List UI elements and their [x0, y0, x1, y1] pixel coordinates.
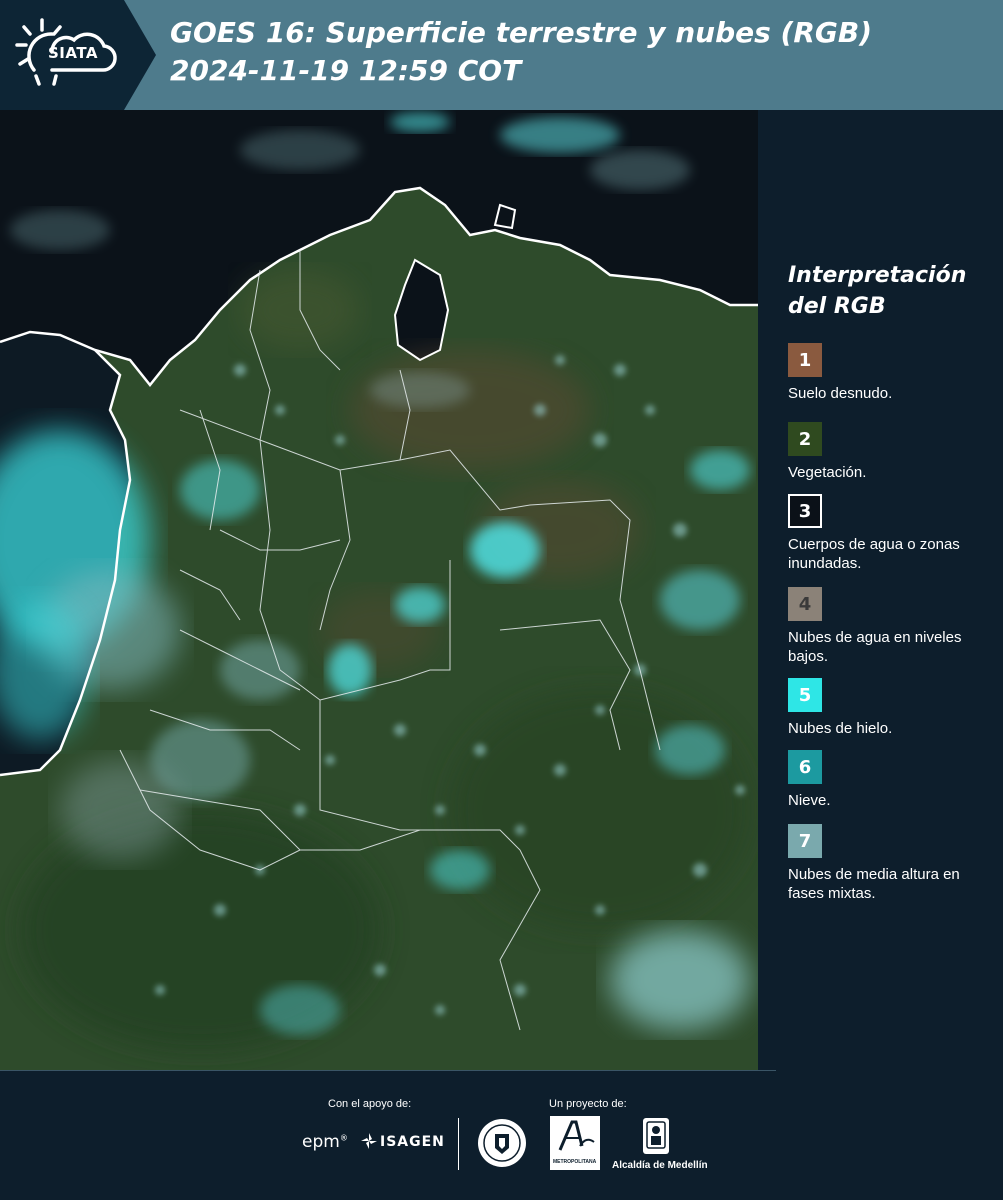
- legend-swatch: 4: [788, 587, 822, 621]
- legend-swatch: 5: [788, 678, 822, 712]
- legend-swatch: 1: [788, 343, 822, 377]
- legend-title-line-1: Interpretación: [788, 263, 967, 288]
- footer-divider: [0, 1070, 776, 1071]
- legend-swatch: 3: [788, 494, 822, 528]
- alcaldia-emblem-icon[interactable]: [643, 1118, 669, 1154]
- legend-item: 1 Suelo desnudo.: [788, 343, 988, 403]
- legend-title-line-2: del RGB: [788, 294, 886, 319]
- alcaldia-shield-icon: [646, 1121, 666, 1149]
- legend-label: Nieve.: [788, 792, 831, 809]
- satellite-image: [0, 110, 758, 1070]
- legend-item: 4 Nubes de agua en niveles bajos.: [788, 587, 988, 666]
- legend-item: 5 Nubes de hielo.: [788, 678, 988, 738]
- registered-mark: ®: [339, 1133, 348, 1143]
- page-title: GOES 16: Superficie terrestre y nubes (R…: [170, 14, 872, 90]
- legend-item: 2 Vegetación.: [788, 422, 988, 482]
- footer: Con el apoyo de: Un proyecto de: epm® IS…: [0, 1070, 1003, 1200]
- satellite-map[interactable]: [0, 110, 758, 1070]
- support-label: Con el apoyo de:: [328, 1098, 412, 1110]
- legend-item: 3 Cuerpos de agua o zonas inundadas.: [788, 494, 988, 573]
- header-bar: SIATA GOES 16: Superficie terrestre y nu…: [0, 0, 1003, 110]
- legend-item: 6 Nieve.: [788, 750, 988, 810]
- legend-label: Cuerpos de agua o zonas inundadas.: [788, 536, 960, 572]
- legend-label: Vegetación.: [788, 464, 867, 481]
- legend-label: Nubes de agua en niveles bajos.: [788, 629, 962, 665]
- legend-swatch: 2: [788, 422, 822, 456]
- isagen-symbol-icon: [361, 1133, 377, 1149]
- legend-swatch: 7: [788, 824, 822, 858]
- alcaldia-logo-text: Alcaldía de Medellín: [612, 1160, 708, 1171]
- siata-logo[interactable]: SIATA: [0, 0, 156, 110]
- legend-label: Suelo desnudo.: [788, 385, 893, 402]
- legend-label: Nubes de media altura en fases mixtas.: [788, 866, 960, 902]
- title-line-1: GOES 16: Superficie terrestre y nubes (R…: [170, 16, 873, 49]
- brand-label: SIATA: [48, 44, 99, 62]
- epm-text: epm: [302, 1132, 340, 1152]
- footer-vertical-divider: [458, 1118, 459, 1170]
- area-metropolitana-text: METROPOLITANA: [553, 1159, 597, 1165]
- legend-swatch: 6: [788, 750, 822, 784]
- legend-label: Nubes de hielo.: [788, 720, 893, 737]
- medellin-seal-icon[interactable]: [477, 1118, 527, 1168]
- epm-logo[interactable]: epm®: [302, 1132, 348, 1152]
- isagen-logo[interactable]: ISAGEN: [380, 1134, 445, 1150]
- legend-title: Interpretación del RGB: [788, 260, 966, 322]
- title-line-2: 2024-11-19 12:59 COT: [170, 54, 522, 87]
- area-metropolitana-icon: [558, 1120, 595, 1151]
- legend-item: 7 Nubes de media altura en fases mixtas.: [788, 824, 988, 903]
- project-label: Un proyecto de:: [549, 1098, 627, 1110]
- legend-panel: Interpretación del RGB 1 Suelo desnudo. 2 V…: [758, 110, 1003, 1070]
